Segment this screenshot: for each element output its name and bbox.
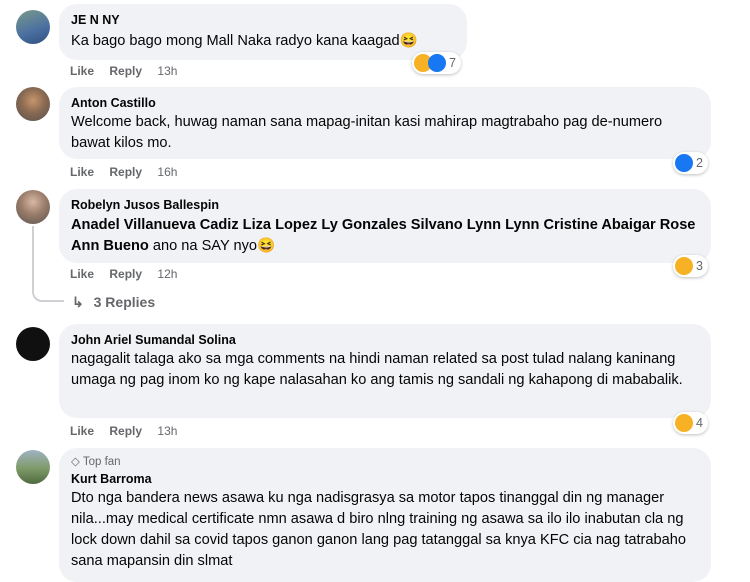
reaction-count: 7 [449, 56, 456, 70]
comment-timestamp[interactable]: 13h [157, 424, 177, 438]
comment-text: Anadel Villanueva Cadiz Liza Lopez Ly Go… [71, 215, 699, 257]
like-link[interactable]: Like [70, 165, 94, 179]
thread-connector [32, 226, 64, 302]
reaction-summary[interactable]: 3 [673, 255, 708, 277]
comment-bubble: Anton Castillo Welcome back, huwag naman… [59, 87, 711, 159]
top-fan-badge: ◇ Top fan [71, 455, 699, 469]
haha-reaction-icon [675, 414, 693, 432]
reaction-summary[interactable]: 4 [673, 412, 708, 434]
reply-arrow-icon: ↳ [72, 294, 84, 310]
comment-body: Ka bago bago mong Mall Naka radyo kana k… [71, 33, 400, 49]
diamond-icon: ◇ [71, 456, 80, 468]
comment-bubble: ◇ Top fan Kurt Barroma Dto nga bandera n… [59, 448, 711, 582]
comment-actions: Like Reply 12h [70, 267, 189, 281]
reply-link[interactable]: Reply [109, 267, 142, 281]
avatar[interactable] [16, 190, 50, 224]
comment-text: Dto nga bandera news asawa ku nga nadisg… [71, 490, 686, 569]
comment-text: nagagalit talaga ako sa mga comments na … [71, 351, 683, 388]
commenter-name[interactable]: Anton Castillo [71, 95, 699, 111]
view-replies-link[interactable]: ↳ 3 Replies [72, 294, 155, 311]
avatar[interactable] [16, 87, 50, 121]
comment-text: Welcome back, huwag naman sana mapag-ini… [71, 114, 663, 151]
badge-label: Top fan [82, 456, 121, 468]
commenter-name[interactable]: Robelyn Jusos Ballespin [71, 197, 699, 213]
comment-actions: Like Reply 16h [70, 165, 189, 179]
like-link[interactable]: Like [70, 64, 94, 78]
reply-link[interactable]: Reply [109, 64, 142, 78]
like-link[interactable]: Like [70, 424, 94, 438]
like-link[interactable]: Like [70, 267, 94, 281]
avatar[interactable] [16, 327, 50, 361]
comment-text: Ka bago bago mong Mall Naka radyo kana k… [71, 31, 455, 52]
reaction-count: 2 [696, 156, 703, 170]
reaction-count: 3 [696, 259, 703, 273]
reply-link[interactable]: Reply [109, 424, 142, 438]
comment-actions: Like Reply 13h [70, 64, 189, 78]
comment-timestamp[interactable]: 16h [157, 165, 177, 179]
like-reaction-icon [428, 54, 446, 72]
comment-timestamp[interactable]: 13h [157, 64, 177, 78]
laughing-emoji-icon: 😆 [257, 238, 276, 254]
comment-actions: Like Reply 13h [70, 424, 189, 438]
replies-count: 3 Replies [93, 294, 156, 310]
avatar[interactable] [16, 10, 50, 44]
comment-bubble: Robelyn Jusos Ballespin Anadel Villanuev… [59, 189, 711, 263]
comment-body: ano na SAY nyo [148, 238, 258, 254]
commenter-name[interactable]: John Ariel Sumandal Solina [71, 332, 699, 348]
laughing-emoji-icon: 😆 [399, 33, 418, 49]
reaction-count: 4 [696, 416, 703, 430]
comment-bubble: John Ariel Sumandal Solina nagagalit tal… [59, 324, 711, 418]
comment-bubble: JE N NY Ka bago bago mong Mall Naka rady… [59, 4, 467, 60]
commenter-name[interactable]: Kurt Barroma [71, 471, 699, 487]
avatar[interactable] [16, 450, 50, 484]
reaction-summary[interactable]: 2 [673, 152, 708, 174]
reaction-summary[interactable]: 7 [412, 52, 461, 74]
like-reaction-icon [675, 154, 693, 172]
comment-timestamp[interactable]: 12h [157, 267, 177, 281]
commenter-name[interactable]: JE N NY [71, 12, 455, 28]
reply-link[interactable]: Reply [109, 165, 142, 179]
haha-reaction-icon [675, 257, 693, 275]
